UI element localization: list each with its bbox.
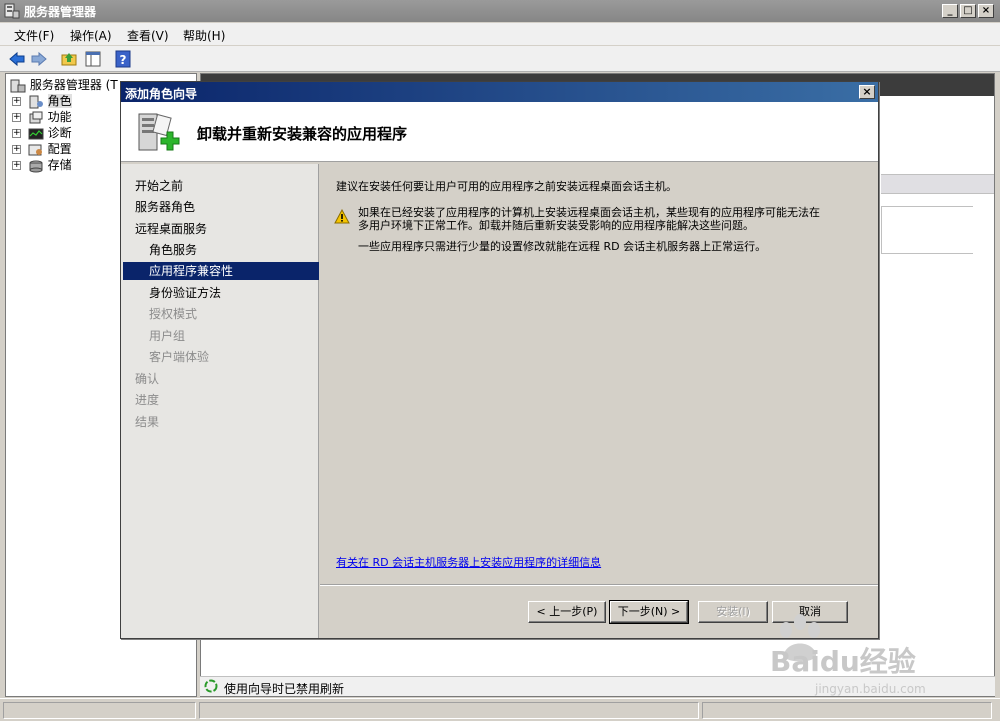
tree-label: 功能 [47, 110, 72, 124]
tree-item-configuration[interactable]: + 配置 [12, 140, 72, 156]
console-tree-icon[interactable] [84, 50, 102, 68]
expand-icon[interactable]: + [12, 97, 21, 106]
expand-icon[interactable]: + [12, 113, 21, 122]
menu-view[interactable]: 查看(V) [127, 27, 169, 44]
wizard-server-add-icon [133, 110, 181, 158]
main-titlebar: 服务器管理器 _ □ × [0, 0, 1000, 22]
wizard-step-confirmation: 确认 [135, 372, 160, 386]
tree-label: 配置 [47, 142, 72, 156]
wizard-step-licensing-mode: 授权模式 [149, 307, 198, 321]
wizard-step-progress: 进度 [135, 393, 160, 407]
menu-action[interactable]: 操作(A) [70, 27, 112, 44]
expand-icon[interactable]: + [12, 145, 21, 154]
bottom-status-bar [0, 698, 1000, 721]
maximize-button[interactable]: □ [960, 4, 976, 18]
help-icon[interactable]: ? [114, 50, 132, 68]
server-icon [10, 79, 26, 93]
svg-text:?: ? [120, 53, 127, 67]
dialog-titlebar: 添加角色向导 × [121, 82, 878, 102]
status-cell [3, 702, 196, 719]
wizard-step-before-you-begin[interactable]: 开始之前 [135, 177, 183, 195]
back-button[interactable]: < 上一步(P) [528, 601, 606, 623]
note-text: 一些应用程序只需进行少量的设置修改就能在远程 RD 会话主机服务器上正常运行。 [358, 240, 767, 253]
dialog-header: 卸载并重新安装兼容的应用程序 [121, 102, 878, 162]
dialog-header-title: 卸载并重新安装兼容的应用程序 [197, 125, 408, 143]
wizard-step-role-services[interactable]: 角色服务 [149, 241, 197, 259]
watermark-brand: Baidu经验 [770, 645, 916, 678]
window-title: 服务器管理器 [24, 5, 97, 19]
add-roles-wizard-dialog: 添加角色向导 × 卸载并重新安装兼容的应用程序 开始之前 服务器角色 远程桌面服… [120, 81, 879, 639]
expand-icon[interactable]: + [12, 129, 21, 138]
roles-icon [28, 95, 44, 109]
dialog-title: 添加角色向导 [125, 87, 198, 101]
tree-item-storage[interactable]: + 存储 [12, 156, 72, 172]
warning-icon [334, 208, 350, 225]
menu-help[interactable]: 帮助(H) [183, 27, 225, 44]
details-section-band [881, 174, 994, 194]
menu-bar: 文件(F) 操作(A) 查看(V) 帮助(H) [0, 23, 1000, 45]
next-button[interactable]: 下一步(N) > [609, 600, 689, 624]
tree-label: 诊断 [47, 126, 72, 140]
minimize-button[interactable]: _ [942, 4, 958, 18]
refresh-disabled-icon [203, 678, 219, 694]
toolbar: ? [0, 46, 1000, 72]
forward-arrow-icon[interactable] [30, 50, 48, 68]
tree-label: 存储 [47, 158, 72, 172]
close-window-button[interactable]: × [978, 4, 994, 18]
wizard-step-client-experience: 客户端体验 [149, 350, 210, 364]
wizard-steps-nav: 开始之前 服务器角色 远程桌面服务 角色服务 应用程序兼容性 身份验证方法 授权… [121, 164, 319, 638]
wizard-step-server-roles[interactable]: 服务器角色 [135, 198, 195, 216]
status-text: 使用向导时已禁用刷新 [224, 682, 345, 696]
server-manager-icon [4, 3, 20, 19]
warning-text-line-1: 如果在已经安装了应用程序的计算机上安装远程桌面会话主机，某些现有的应用程序可能无… [358, 206, 820, 219]
tree-root[interactable]: 服务器管理器 (T [10, 76, 118, 92]
tree-label: 角色 [47, 94, 72, 108]
wizard-step-user-groups: 用户组 [149, 329, 186, 343]
tree-item-diagnostics[interactable]: + 诊断 [12, 124, 72, 140]
configuration-icon [28, 143, 44, 157]
details-section-box [881, 206, 973, 254]
dialog-close-button[interactable]: × [859, 85, 875, 99]
more-info-link[interactable]: 有关在 RD 会话主机服务器上安装应用程序的详细信息 [336, 554, 601, 570]
up-folder-icon[interactable] [60, 50, 78, 68]
button-separator [320, 584, 878, 586]
tree-item-features[interactable]: + 功能 [12, 108, 72, 124]
wizard-step-application-compatibility[interactable]: 应用程序兼容性 [123, 262, 319, 280]
intro-text: 建议在安装任何要让用户可用的应用程序之前安装远程桌面会话主机。 [336, 180, 677, 193]
storage-icon [28, 159, 44, 173]
tree-item-roles[interactable]: + 角色 [12, 92, 72, 108]
status-cell [199, 702, 699, 719]
wizard-step-remote-desktop-services[interactable]: 远程桌面服务 [135, 220, 207, 238]
features-icon [28, 111, 44, 125]
diagnostics-icon [28, 127, 44, 141]
wizard-content: 建议在安装任何要让用户可用的应用程序之前安装远程桌面会话主机。 如果在已经安装了… [320, 164, 878, 584]
menu-file[interactable]: 文件(F) [14, 27, 54, 44]
tree-root-label: 服务器管理器 (T [29, 78, 118, 92]
wizard-step-authentication-method[interactable]: 身份验证方法 [149, 284, 221, 302]
back-arrow-icon[interactable] [8, 50, 26, 68]
install-button: 安装(I) [698, 601, 768, 623]
warning-text-line-2: 多用户环境下正常工作。卸载并随后重新安装受影响的应用程序能解决这些问题。 [358, 219, 754, 232]
status-cell [702, 702, 992, 719]
expand-icon[interactable]: + [12, 161, 21, 170]
wizard-step-results: 结果 [135, 415, 160, 429]
watermark-url: jingyan.baidu.com [815, 682, 926, 696]
